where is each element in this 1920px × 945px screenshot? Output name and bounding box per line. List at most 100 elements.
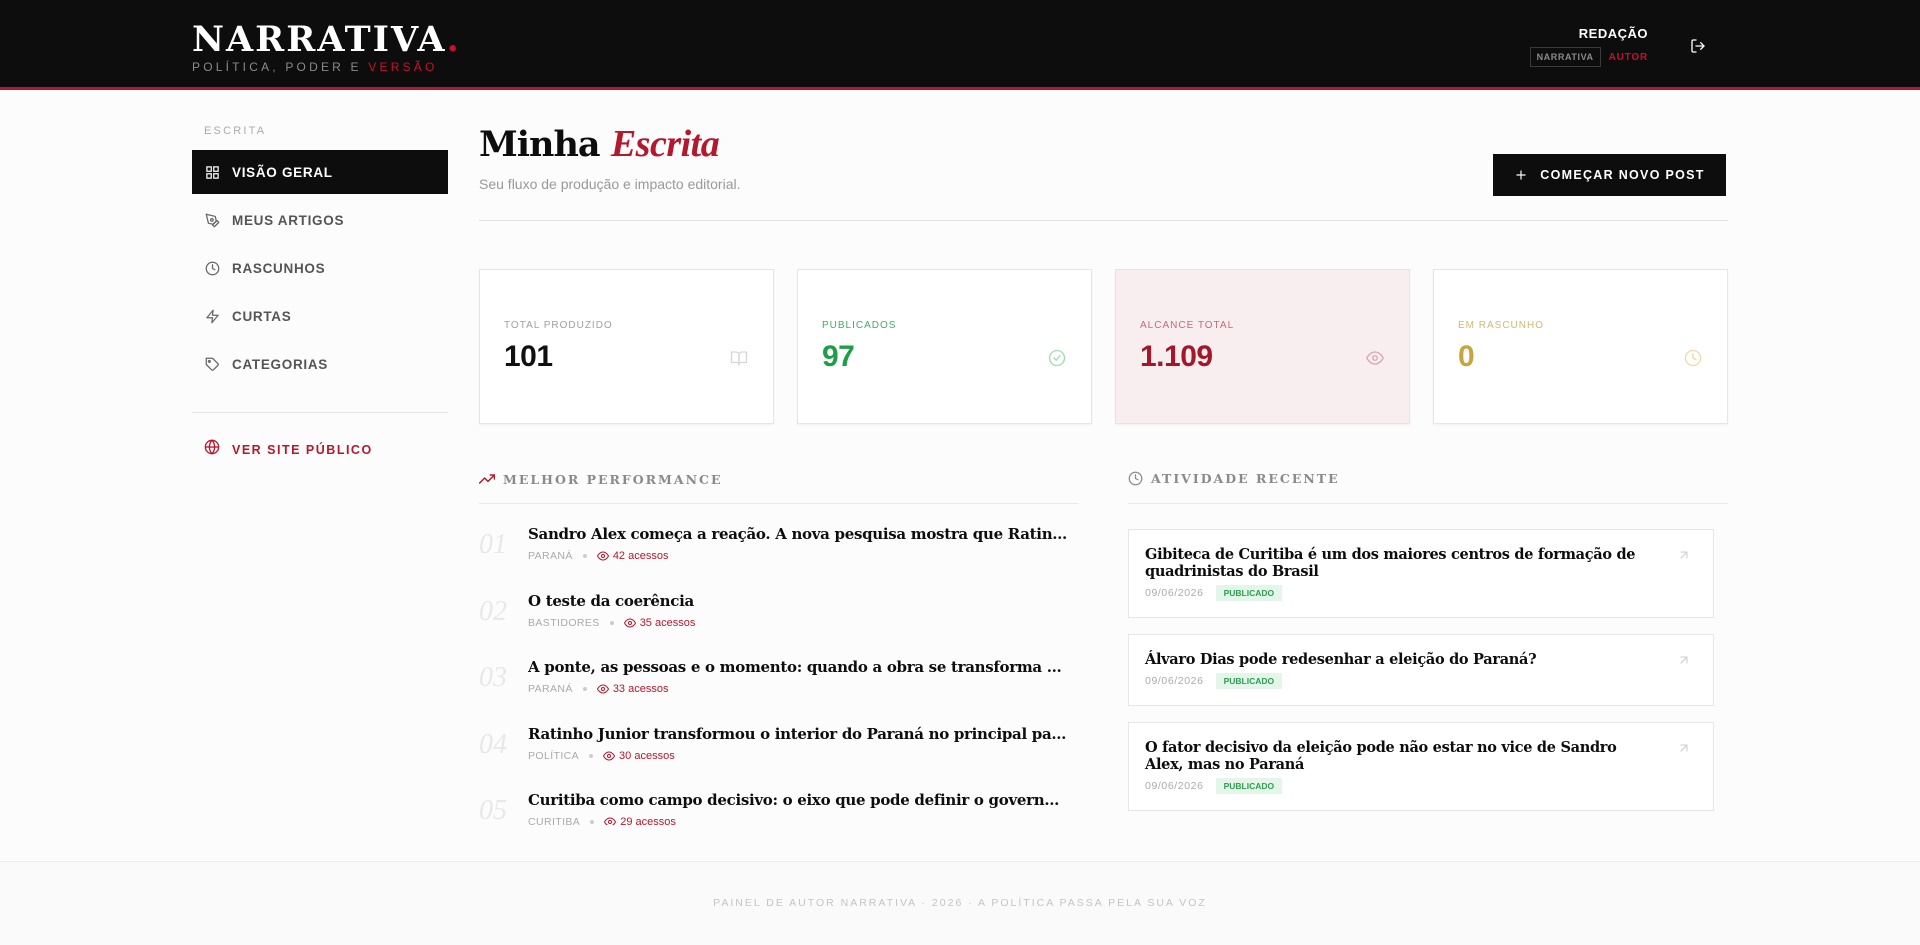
article-views: 42 acessos — [596, 550, 668, 562]
rank-number: 05 — [479, 795, 507, 825]
best-performance-list: 01 Sandro Alex começa a reação. A nova p… — [479, 525, 1079, 825]
clock-icon — [1128, 471, 1143, 486]
best-performance-title: MELHOR PERFORMANCE — [503, 471, 723, 487]
activity-card[interactable]: Álvaro Dias pode redesenhar a eleição do… — [1128, 634, 1714, 706]
eye-icon — [1365, 348, 1385, 368]
sidebar-section-label: ESCRITA — [204, 125, 267, 137]
eye-icon — [623, 617, 636, 628]
article-category: PARANÁ — [528, 550, 573, 562]
external-link-icon — [1680, 551, 1688, 559]
separator-dot — [609, 620, 614, 625]
grid-icon — [204, 164, 220, 180]
sidebar-item-curtas[interactable]: CURTAS — [192, 294, 448, 338]
book-icon — [729, 348, 749, 368]
sidebar-item-visao-geral[interactable]: VISÃO GERAL — [192, 150, 448, 194]
stat-card-reach: ALCANCE TOTAL 1.109 — [1115, 269, 1410, 424]
article-title-link[interactable]: O teste da coerência — [528, 592, 694, 610]
recent-activity-header: ATIVIDADE RECENTE — [1128, 471, 1340, 486]
pen-icon — [204, 212, 220, 228]
sidebar-item-label: CURTAS — [232, 308, 292, 324]
check-circle-icon — [1047, 348, 1067, 368]
activity-title: Gibiteca de Curitiba é um dos maiores ce… — [1145, 546, 1636, 580]
article-category: PARANÁ — [528, 683, 573, 695]
recent-activity-title: ATIVIDADE RECENTE — [1151, 471, 1340, 486]
sidebar-item-label: RASCUNHOS — [232, 260, 326, 276]
stat-card-total: TOTAL PRODUZIDO 101 — [479, 269, 774, 424]
sidebar-item-rascunhos[interactable]: RASCUNHOS — [192, 246, 448, 290]
rank-number: 02 — [479, 595, 507, 627]
best-performance-header: MELHOR PERFORMANCE — [479, 471, 723, 487]
sidebar-item-meus-artigos[interactable]: MEUS ARTIGOS — [192, 198, 448, 242]
activity-date: 09/06/2026 — [1145, 675, 1204, 687]
plus-icon — [1516, 170, 1526, 180]
activity-date: 09/06/2026 — [1145, 780, 1204, 792]
article-title-link[interactable]: A ponte, as pessoas e o momento: quando … — [528, 658, 1068, 676]
eye-icon — [596, 551, 609, 561]
recent-activity-divider — [1128, 503, 1728, 504]
stat-label: TOTAL PRODUZIDO — [504, 320, 613, 331]
sidebar-item-categorias[interactable]: CATEGORIAS — [192, 342, 448, 386]
clock-icon — [204, 260, 220, 276]
logout-icon — [1691, 39, 1705, 53]
sidebar: ESCRITA VISÃO GERAL MEUS ARTIGOS RASCUNH… — [192, 125, 448, 460]
eye-icon — [604, 817, 617, 825]
new-post-button[interactable]: COMEÇAR NOVO POST — [1493, 154, 1726, 196]
status-badge: PUBLICADO — [1215, 778, 1283, 794]
view-public-site-link[interactable]: VER SITE PÚBLICO — [192, 439, 448, 460]
user-role-badge: AUTOR — [1608, 51, 1648, 63]
article-category: CURITIBA — [528, 816, 581, 825]
stat-label: PUBLICADOS — [822, 320, 897, 331]
stat-value: 101 — [504, 340, 553, 373]
recent-activity-list: Gibiteca de Curitiba é um dos maiores ce… — [1128, 529, 1714, 827]
external-link-icon — [1680, 656, 1688, 664]
sidebar-divider — [192, 412, 448, 413]
stat-card-drafts: EM RASCUNHO 0 — [1433, 269, 1728, 424]
article-category: BASTIDORES — [528, 616, 600, 629]
title-divider — [479, 220, 1728, 221]
brand-name: NARRATIVA. — [192, 19, 461, 60]
user-info: REDAÇÃO NARRATIVA AUTOR — [1529, 26, 1648, 67]
page-footer: PAINEL DE AUTOR NARRATIVA · 2026 · A POL… — [0, 861, 1920, 945]
article-title-link[interactable]: Curitiba como campo decisivo: o eixo que… — [528, 791, 1068, 809]
activity-date: 09/06/2026 — [1145, 587, 1204, 599]
article-title-link[interactable]: Sandro Alex começa a reação. A nova pesq… — [528, 525, 1068, 543]
sidebar-item-label: MEUS ARTIGOS — [232, 212, 345, 228]
rank-number: 04 — [479, 728, 507, 760]
logout-button[interactable] — [1686, 34, 1710, 58]
activity-card[interactable]: O fator decisivo da eleição pode não est… — [1128, 722, 1714, 811]
sidebar-item-label: CATEGORIAS — [232, 356, 329, 372]
stats-row: TOTAL PRODUZIDO 101 PUBLICADOS 97 ALCANC… — [479, 269, 1728, 424]
status-badge: PUBLICADO — [1215, 585, 1283, 601]
stat-label: ALCANCE TOTAL — [1140, 320, 1235, 331]
view-public-site-label: VER SITE PÚBLICO — [232, 442, 373, 457]
article-views: 33 acessos — [596, 683, 668, 695]
stat-value: 97 — [822, 340, 855, 373]
brand-logo[interactable]: NARRATIVA. POLÍTICA, PODER E VERSÃO — [192, 19, 461, 75]
external-link-icon — [1680, 744, 1688, 752]
rank-number: 01 — [479, 529, 507, 560]
stat-card-published: PUBLICADOS 97 — [797, 269, 1092, 424]
user-name: REDAÇÃO — [1578, 26, 1648, 41]
article-category: POLÍTICA — [528, 749, 580, 762]
stat-label: EM RASCUNHO — [1458, 320, 1545, 331]
best-performance-divider — [479, 503, 1079, 504]
new-post-label: COMEÇAR NOVO POST — [1540, 168, 1705, 182]
separator-dot — [589, 753, 594, 758]
activity-card[interactable]: Gibiteca de Curitiba é um dos maiores ce… — [1128, 529, 1714, 618]
user-publication-tag: NARRATIVA — [1529, 47, 1601, 67]
clock-icon — [1683, 348, 1703, 368]
separator-dot — [582, 687, 587, 691]
sidebar-item-label: VISÃO GERAL — [232, 164, 333, 180]
top-header: NARRATIVA. POLÍTICA, PODER E VERSÃO REDA… — [0, 0, 1920, 90]
stat-value: 0 — [1458, 340, 1475, 373]
separator-dot — [582, 554, 587, 558]
separator-dot — [590, 820, 595, 824]
article-title-link[interactable]: Ratinho Junior transformou o interior do… — [528, 725, 1068, 743]
eye-icon — [603, 750, 616, 761]
bolt-icon — [204, 308, 220, 324]
main-content: Minha Escrita Seu fluxo de produção e im… — [479, 120, 1728, 825]
footer-text: PAINEL DE AUTOR NARRATIVA · 2026 · A POL… — [713, 897, 1207, 909]
list-item: 01 Sandro Alex começa a reação. A nova p… — [479, 525, 1079, 592]
activity-title: O fator decisivo da eleição pode não est… — [1145, 739, 1617, 773]
globe-icon — [204, 439, 220, 460]
